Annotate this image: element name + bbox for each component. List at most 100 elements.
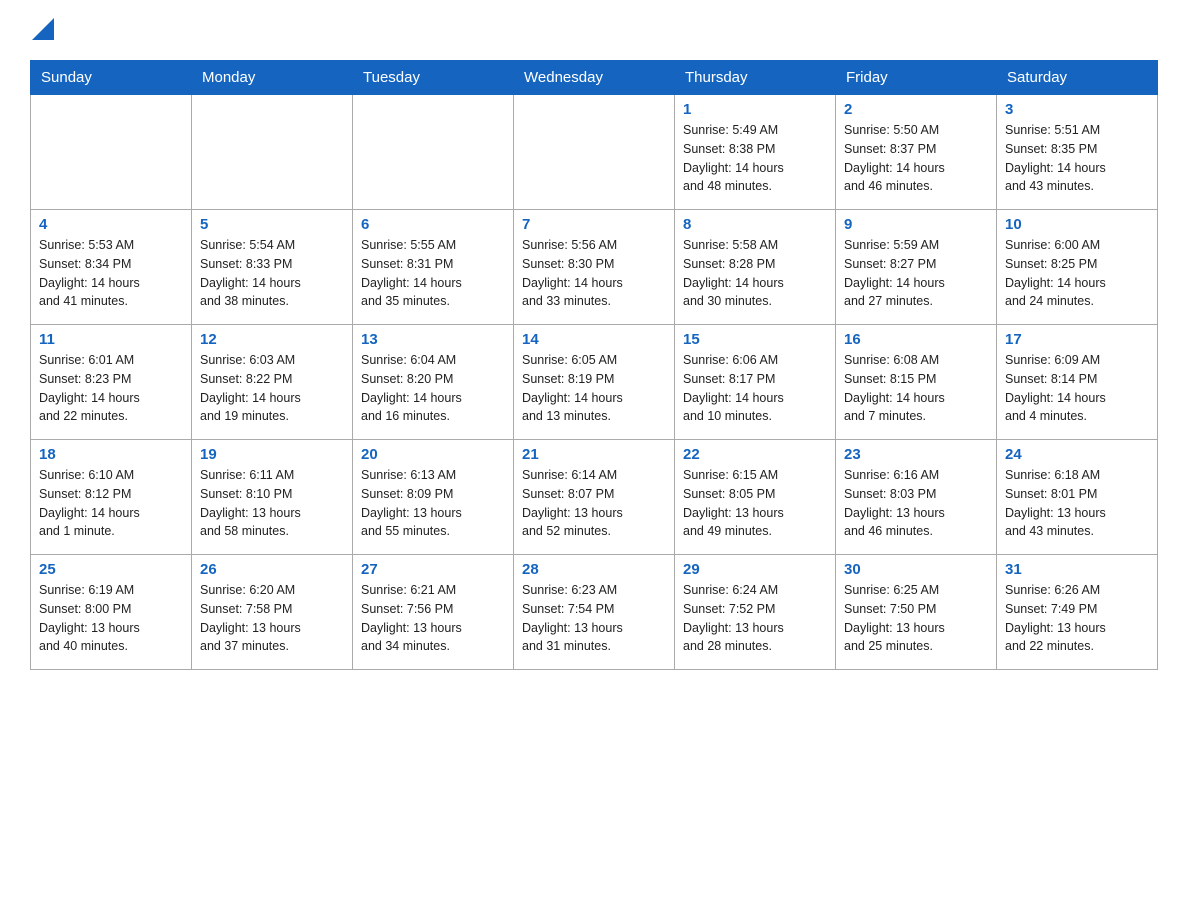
calendar-cell: 6 Sunrise: 5:55 AMSunset: 8:31 PMDaylight… <box>353 210 514 325</box>
day-number: 2 <box>844 101 988 118</box>
calendar-cell: 21 Sunrise: 6:14 AMSunset: 8:07 PMDayligh… <box>514 440 675 555</box>
calendar-cell: 24 Sunrise: 6:18 AMSunset: 8:01 PMDayligh… <box>997 440 1158 555</box>
day-number: 6 <box>361 216 505 233</box>
calendar-cell: 22 Sunrise: 6:15 AMSunset: 8:05 PMDayligh… <box>675 440 836 555</box>
page-header <box>30 20 1158 40</box>
day-info: Sunrise: 6:16 AMSunset: 8:03 PMDaylight:… <box>844 466 988 541</box>
day-number: 13 <box>361 331 505 348</box>
column-header-tuesday: Tuesday <box>353 61 514 95</box>
calendar-cell: 18 Sunrise: 6:10 AMSunset: 8:12 PMDayligh… <box>31 440 192 555</box>
day-info: Sunrise: 5:59 AMSunset: 8:27 PMDaylight:… <box>844 236 988 311</box>
calendar-cell: 23Sunrise: 6:16 AMSunset: 8:03 PMDayligh… <box>836 440 997 555</box>
calendar-cell <box>353 95 514 210</box>
day-number: 21 <box>522 446 666 463</box>
calendar-cell: 26 Sunrise: 6:20 AMSunset: 7:58 PMDayligh… <box>192 555 353 670</box>
calendar-cell: 31 Sunrise: 6:26 AMSunset: 7:49 PMDayligh… <box>997 555 1158 670</box>
column-header-wednesday: Wednesday <box>514 61 675 95</box>
day-info: Sunrise: 5:49 AMSunset: 8:38 PMDaylight:… <box>683 121 827 196</box>
calendar-cell: 16 Sunrise: 6:08 AMSunset: 8:15 PMDayligh… <box>836 325 997 440</box>
calendar-cell: 29 Sunrise: 6:24 AMSunset: 7:52 PMDayligh… <box>675 555 836 670</box>
calendar-table: SundayMondayTuesdayWednesdayThursdayFrid… <box>30 60 1158 670</box>
day-number: 30 <box>844 561 988 578</box>
week-row-5: 25 Sunrise: 6:19 AMSunset: 8:00 PMDayligh… <box>31 555 1158 670</box>
day-number: 17 <box>1005 331 1149 348</box>
day-info: Sunrise: 6:25 AMSunset: 7:50 PMDaylight:… <box>844 581 988 656</box>
calendar-cell: 20 Sunrise: 6:13 AMSunset: 8:09 PMDayligh… <box>353 440 514 555</box>
day-number: 29 <box>683 561 827 578</box>
day-number: 1 <box>683 101 827 118</box>
column-header-monday: Monday <box>192 61 353 95</box>
day-info: Sunrise: 6:10 AMSunset: 8:12 PMDaylight:… <box>39 466 183 541</box>
week-row-2: 4 Sunrise: 5:53 AMSunset: 8:34 PMDaylight… <box>31 210 1158 325</box>
day-info: Sunrise: 6:03 AMSunset: 8:22 PMDaylight:… <box>200 351 344 426</box>
calendar-cell <box>192 95 353 210</box>
calendar-cell: 30 Sunrise: 6:25 AMSunset: 7:50 PMDayligh… <box>836 555 997 670</box>
calendar-cell: 2 Sunrise: 5:50 AMSunset: 8:37 PMDaylight… <box>836 95 997 210</box>
day-info: Sunrise: 6:04 AMSunset: 8:20 PMDaylight:… <box>361 351 505 426</box>
day-number: 20 <box>361 446 505 463</box>
day-info: Sunrise: 6:23 AMSunset: 7:54 PMDaylight:… <box>522 581 666 656</box>
day-number: 26 <box>200 561 344 578</box>
day-info: Sunrise: 6:09 AMSunset: 8:14 PMDaylight:… <box>1005 351 1149 426</box>
day-info: Sunrise: 5:53 AMSunset: 8:34 PMDaylight:… <box>39 236 183 311</box>
day-number: 31 <box>1005 561 1149 578</box>
calendar-cell: 5 Sunrise: 5:54 AMSunset: 8:33 PMDaylight… <box>192 210 353 325</box>
column-header-saturday: Saturday <box>997 61 1158 95</box>
calendar-cell: 10Sunrise: 6:00 AMSunset: 8:25 PMDayligh… <box>997 210 1158 325</box>
day-number: 19 <box>200 446 344 463</box>
day-number: 25 <box>39 561 183 578</box>
calendar-cell: 19 Sunrise: 6:11 AMSunset: 8:10 PMDayligh… <box>192 440 353 555</box>
day-info: Sunrise: 6:15 AMSunset: 8:05 PMDaylight:… <box>683 466 827 541</box>
day-info: Sunrise: 6:19 AMSunset: 8:00 PMDaylight:… <box>39 581 183 656</box>
day-number: 9 <box>844 216 988 233</box>
calendar-cell: 1 Sunrise: 5:49 AMSunset: 8:38 PMDaylight… <box>675 95 836 210</box>
day-info: Sunrise: 5:58 AMSunset: 8:28 PMDaylight:… <box>683 236 827 311</box>
day-info: Sunrise: 6:11 AMSunset: 8:10 PMDaylight:… <box>200 466 344 541</box>
calendar-cell: 25 Sunrise: 6:19 AMSunset: 8:00 PMDayligh… <box>31 555 192 670</box>
day-info: Sunrise: 6:26 AMSunset: 7:49 PMDaylight:… <box>1005 581 1149 656</box>
calendar-cell <box>514 95 675 210</box>
day-info: Sunrise: 5:55 AMSunset: 8:31 PMDaylight:… <box>361 236 505 311</box>
calendar-cell: 9 Sunrise: 5:59 AMSunset: 8:27 PMDaylight… <box>836 210 997 325</box>
day-info: Sunrise: 6:01 AMSunset: 8:23 PMDaylight:… <box>39 351 183 426</box>
day-number: 7 <box>522 216 666 233</box>
calendar-cell: 27 Sunrise: 6:21 AMSunset: 7:56 PMDayligh… <box>353 555 514 670</box>
day-number: 3 <box>1005 101 1149 118</box>
day-info: Sunrise: 6:05 AMSunset: 8:19 PMDaylight:… <box>522 351 666 426</box>
day-info: Sunrise: 5:56 AMSunset: 8:30 PMDaylight:… <box>522 236 666 311</box>
day-number: 18 <box>39 446 183 463</box>
day-info: Sunrise: 6:18 AMSunset: 8:01 PMDaylight:… <box>1005 466 1149 541</box>
calendar-cell: 17 Sunrise: 6:09 AMSunset: 8:14 PMDayligh… <box>997 325 1158 440</box>
day-number: 8 <box>683 216 827 233</box>
calendar-cell: 7 Sunrise: 5:56 AMSunset: 8:30 PMDaylight… <box>514 210 675 325</box>
week-row-1: 1 Sunrise: 5:49 AMSunset: 8:38 PMDaylight… <box>31 95 1158 210</box>
day-number: 4 <box>39 216 183 233</box>
day-info: Sunrise: 6:14 AMSunset: 8:07 PMDaylight:… <box>522 466 666 541</box>
day-number: 22 <box>683 446 827 463</box>
day-info: Sunrise: 6:24 AMSunset: 7:52 PMDaylight:… <box>683 581 827 656</box>
day-info: Sunrise: 6:08 AMSunset: 8:15 PMDaylight:… <box>844 351 988 426</box>
logo-triangle-icon <box>32 18 54 40</box>
day-number: 5 <box>200 216 344 233</box>
week-row-4: 18 Sunrise: 6:10 AMSunset: 8:12 PMDayligh… <box>31 440 1158 555</box>
column-header-sunday: Sunday <box>31 61 192 95</box>
day-info: Sunrise: 6:00 AMSunset: 8:25 PMDaylight:… <box>1005 236 1149 311</box>
calendar-cell: 12 Sunrise: 6:03 AMSunset: 8:22 PMDayligh… <box>192 325 353 440</box>
day-number: 11 <box>39 331 183 348</box>
calendar-cell: 28Sunrise: 6:23 AMSunset: 7:54 PMDayligh… <box>514 555 675 670</box>
calendar-cell: 3Sunrise: 5:51 AMSunset: 8:35 PMDaylight… <box>997 95 1158 210</box>
day-info: Sunrise: 6:21 AMSunset: 7:56 PMDaylight:… <box>361 581 505 656</box>
day-info: Sunrise: 5:50 AMSunset: 8:37 PMDaylight:… <box>844 121 988 196</box>
week-row-3: 11 Sunrise: 6:01 AMSunset: 8:23 PMDayligh… <box>31 325 1158 440</box>
day-info: Sunrise: 6:13 AMSunset: 8:09 PMDaylight:… <box>361 466 505 541</box>
day-number: 15 <box>683 331 827 348</box>
calendar-cell <box>31 95 192 210</box>
column-header-thursday: Thursday <box>675 61 836 95</box>
day-number: 27 <box>361 561 505 578</box>
day-info: Sunrise: 5:54 AMSunset: 8:33 PMDaylight:… <box>200 236 344 311</box>
day-info: Sunrise: 6:06 AMSunset: 8:17 PMDaylight:… <box>683 351 827 426</box>
day-info: Sunrise: 6:20 AMSunset: 7:58 PMDaylight:… <box>200 581 344 656</box>
day-number: 12 <box>200 331 344 348</box>
day-number: 16 <box>844 331 988 348</box>
day-number: 24 <box>1005 446 1149 463</box>
